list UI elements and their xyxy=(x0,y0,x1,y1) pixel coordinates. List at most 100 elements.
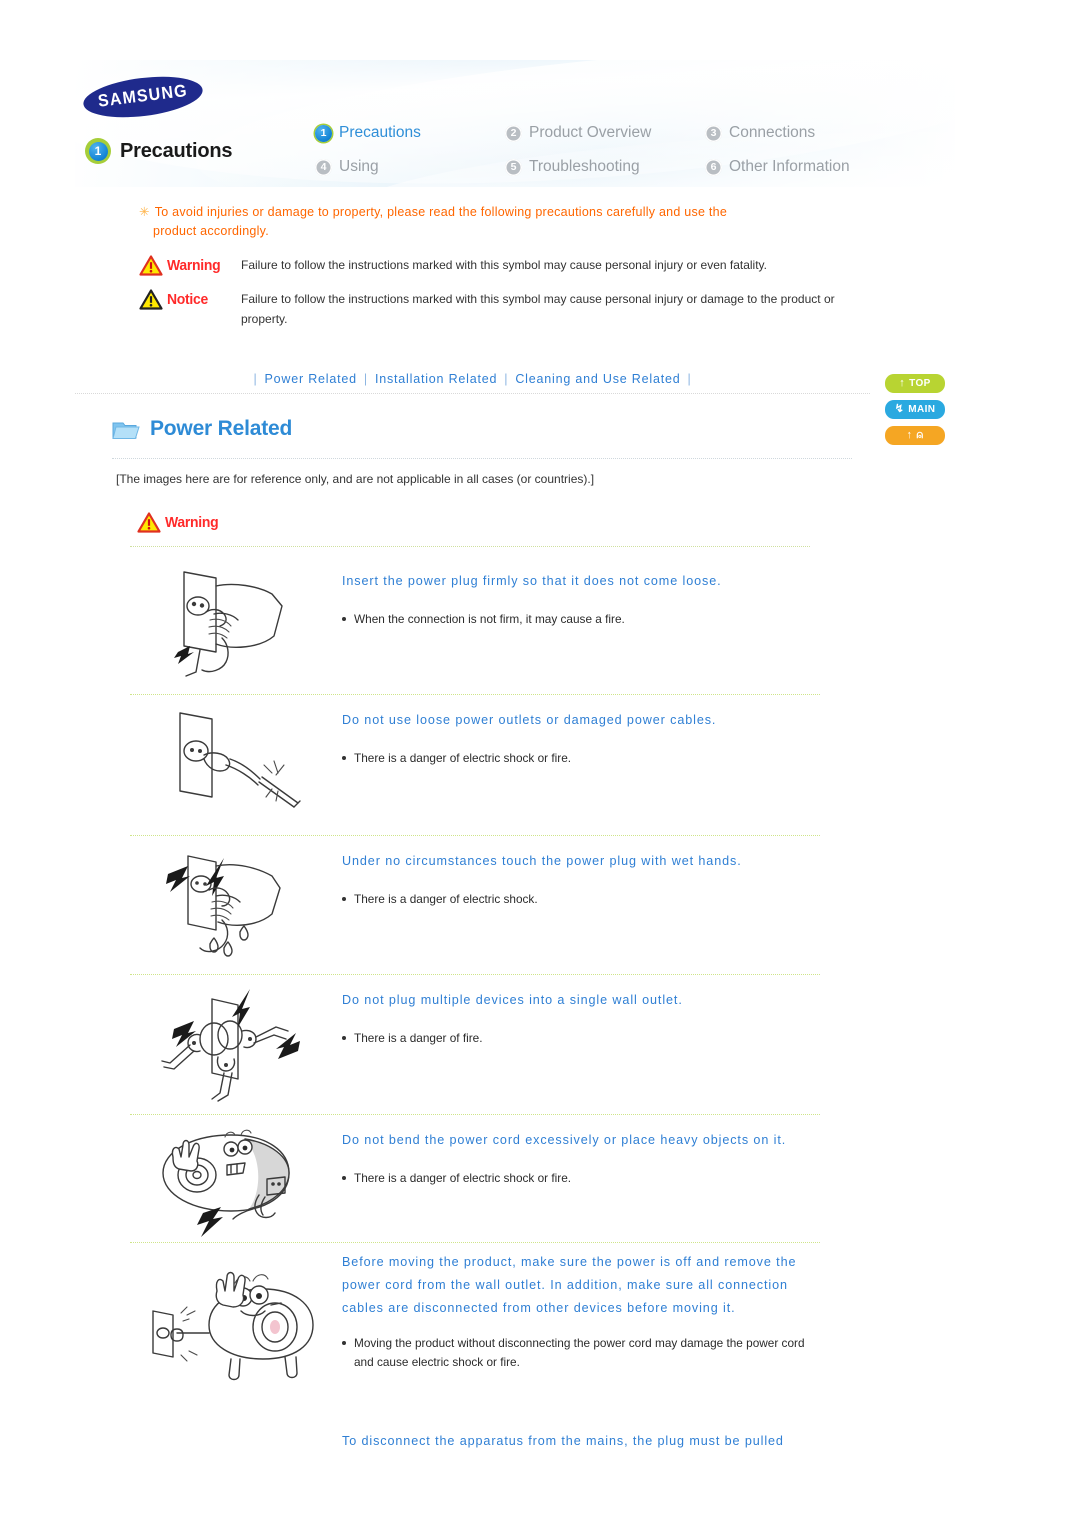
main-button-label: MAIN xyxy=(908,404,936,415)
item-title: Before moving the product, make sure the… xyxy=(342,1255,797,1315)
wet-hands-plug-illustration xyxy=(165,855,281,957)
precaution-item: Do not bend the power cord excessively o… xyxy=(130,1115,820,1243)
page-badge-ring: 1 xyxy=(85,138,111,164)
bullet-dot xyxy=(342,1340,346,1345)
section-link-power-related[interactable]: Power Related xyxy=(265,372,357,386)
section-link-installation-related[interactable]: Installation Related xyxy=(375,372,497,386)
section-title-row: Power Related xyxy=(112,417,292,441)
bullet-text: When the connection is not firm, it may … xyxy=(354,611,625,626)
intro-block: ✳ To avoid injuries or damage to property… xyxy=(139,203,839,329)
intro-note: ✳ To avoid injuries or damage to property… xyxy=(139,203,839,242)
page-badge-number: 1 xyxy=(88,141,108,161)
header-navigation: 1 Precautions 2 Product Overview 3 Conne… xyxy=(315,116,935,184)
item-bullet: There is a danger of electric shock. xyxy=(342,890,816,909)
precaution-item: Before moving the product, make sure the… xyxy=(130,1243,820,1396)
section-link-cleaning-and-use-related[interactable]: Cleaning and Use Related xyxy=(515,372,680,386)
item-body-4: Do not plug multiple devices into a sing… xyxy=(342,975,820,1048)
top-button-label: TOP xyxy=(909,378,931,389)
header-nav-item-troubleshooting[interactable]: 5 Troubleshooting xyxy=(505,158,705,176)
multiple-plugs-single-outlet-illustration xyxy=(160,989,300,1102)
reference-note: [The images here are for reference only,… xyxy=(116,472,595,486)
asterisk-icon: ✳ xyxy=(139,205,150,219)
legend-row-notice: Notice Failure to follow the instruction… xyxy=(139,288,839,330)
item-title: Do not plug multiple devices into a sing… xyxy=(342,993,683,1007)
warning-label: Warning xyxy=(167,256,221,274)
notice-description: Failure to follow the instructions marke… xyxy=(241,291,835,326)
warning-triangle-icon-section xyxy=(137,512,161,533)
item-bullets-1: When the connection is not firm, it may … xyxy=(342,610,816,629)
header-nav-item-product-overview[interactable]: 2 Product Overview xyxy=(505,124,705,142)
legend-row-warning: Warning Failure to follow the instructio… xyxy=(139,254,839,276)
nav-separator-3: | xyxy=(687,372,692,386)
home-button[interactable]: ↑ ⍝ xyxy=(885,426,945,445)
page-title: Precautions xyxy=(120,139,233,162)
header-nav-item-using[interactable]: 4 Using xyxy=(315,158,505,176)
header-nav-item-precautions[interactable]: 1 Precautions xyxy=(315,124,505,142)
item-bullet: There is a danger of electric shock or f… xyxy=(342,749,816,768)
intro-note-line1: To avoid injuries or damage to property,… xyxy=(154,205,728,219)
item-bullets-4: There is a danger of fire. xyxy=(342,1029,816,1048)
samsung-logo-text: SAMSUNG xyxy=(97,81,189,112)
item-bullet: Moving the product without disconnecting… xyxy=(342,1334,816,1372)
item-body-2: Do not use loose power outlets or damage… xyxy=(342,695,820,768)
wall-outlet-hand-plug-illustration xyxy=(173,571,283,677)
precaution-item: Do not use loose power outlets or damage… xyxy=(130,695,820,836)
item-body-6: Before moving the product, make sure the… xyxy=(342,1243,820,1371)
nav-label-1: Precautions xyxy=(339,124,421,141)
nav-label-5: Troubleshooting xyxy=(529,158,640,175)
warning-tag: Warning xyxy=(139,254,241,276)
bullet-dot xyxy=(342,1035,346,1040)
item-bullets-6: Moving the product without disconnecting… xyxy=(342,1334,816,1372)
warning-section-label: Warning xyxy=(165,514,219,531)
header-nav-item-connections[interactable]: 3 Connections xyxy=(705,124,905,142)
item-bullets-5: There is a danger of electric shock or f… xyxy=(342,1169,816,1188)
item-bullets-3: There is a danger of electric shock. xyxy=(342,890,816,909)
nav-separator-2: | xyxy=(504,372,509,386)
bullet-text: There is a danger of electric shock or f… xyxy=(354,750,572,765)
item-body-1: Insert the power plug firmly so that it … xyxy=(342,556,820,629)
main-button[interactable]: ↯ MAIN xyxy=(885,400,945,419)
bullet-dot xyxy=(342,755,346,760)
up-arrow-icon: ↑ xyxy=(899,377,906,389)
item-figure-2 xyxy=(130,695,342,823)
page-header-banner: SAMSUNG 1 Precautions 1 Precautions 2 Pr… xyxy=(75,60,955,187)
warning-triangle-icon xyxy=(139,255,163,276)
nav-label-6: Other Information xyxy=(729,158,850,175)
section-title: Power Related xyxy=(150,417,293,440)
nav-number-badge-4: 4 xyxy=(315,158,332,176)
damaged-power-cable-illustration xyxy=(178,712,301,808)
bent-power-cord-character-illustration xyxy=(161,1129,290,1237)
nav-separator-1: | xyxy=(363,372,368,386)
section-divider xyxy=(112,458,852,459)
side-button-group: ↑ TOP ↯ MAIN ↑ ⍝ xyxy=(885,374,945,445)
home-icon: ⍝ xyxy=(916,429,924,441)
bullet-dot xyxy=(342,896,346,901)
return-arrow-icon: ↯ xyxy=(894,403,905,415)
nav-number-badge-5: 5 xyxy=(505,158,522,176)
top-button[interactable]: ↑ TOP xyxy=(885,374,945,393)
notice-tag: Notice xyxy=(139,288,241,310)
item-bullets-2: There is a danger of electric shock or f… xyxy=(342,749,816,768)
item-body-5: Do not bend the power cord excessively o… xyxy=(342,1115,820,1188)
precaution-item: Under no circumstances touch the power p… xyxy=(130,836,820,975)
folder-icon xyxy=(112,418,140,441)
warning-description: Failure to follow the instructions marke… xyxy=(241,257,768,272)
nav-label-4: Using xyxy=(339,158,379,175)
precaution-item: Do not plug multiple devices into a sing… xyxy=(130,975,820,1115)
item-body-7: To disconnect the apparatus from the mai… xyxy=(342,1420,820,1453)
nav-separator-0: | xyxy=(253,372,258,386)
bullet-text: There is a danger of fire. xyxy=(354,1030,483,1045)
notice-label: Notice xyxy=(167,290,208,308)
precaution-item-list: Insert the power plug firmly so that it … xyxy=(130,556,820,1396)
item-figure-3 xyxy=(130,836,342,964)
item-figure-1 xyxy=(130,556,342,684)
header-nav-item-other-information[interactable]: 6 Other Information xyxy=(705,158,905,176)
moving-product-unplug-character-illustration xyxy=(152,1271,314,1381)
bullet-dot xyxy=(342,1175,346,1180)
item-bullet: When the connection is not firm, it may … xyxy=(342,610,816,629)
warning-section-header: Warning xyxy=(137,512,222,533)
item-bullet: There is a danger of fire. xyxy=(342,1029,816,1048)
item-title: To disconnect the apparatus from the mai… xyxy=(342,1434,784,1448)
nav-number-badge-1: 1 xyxy=(315,124,332,142)
bullet-text: There is a danger of electric shock. xyxy=(354,891,538,906)
